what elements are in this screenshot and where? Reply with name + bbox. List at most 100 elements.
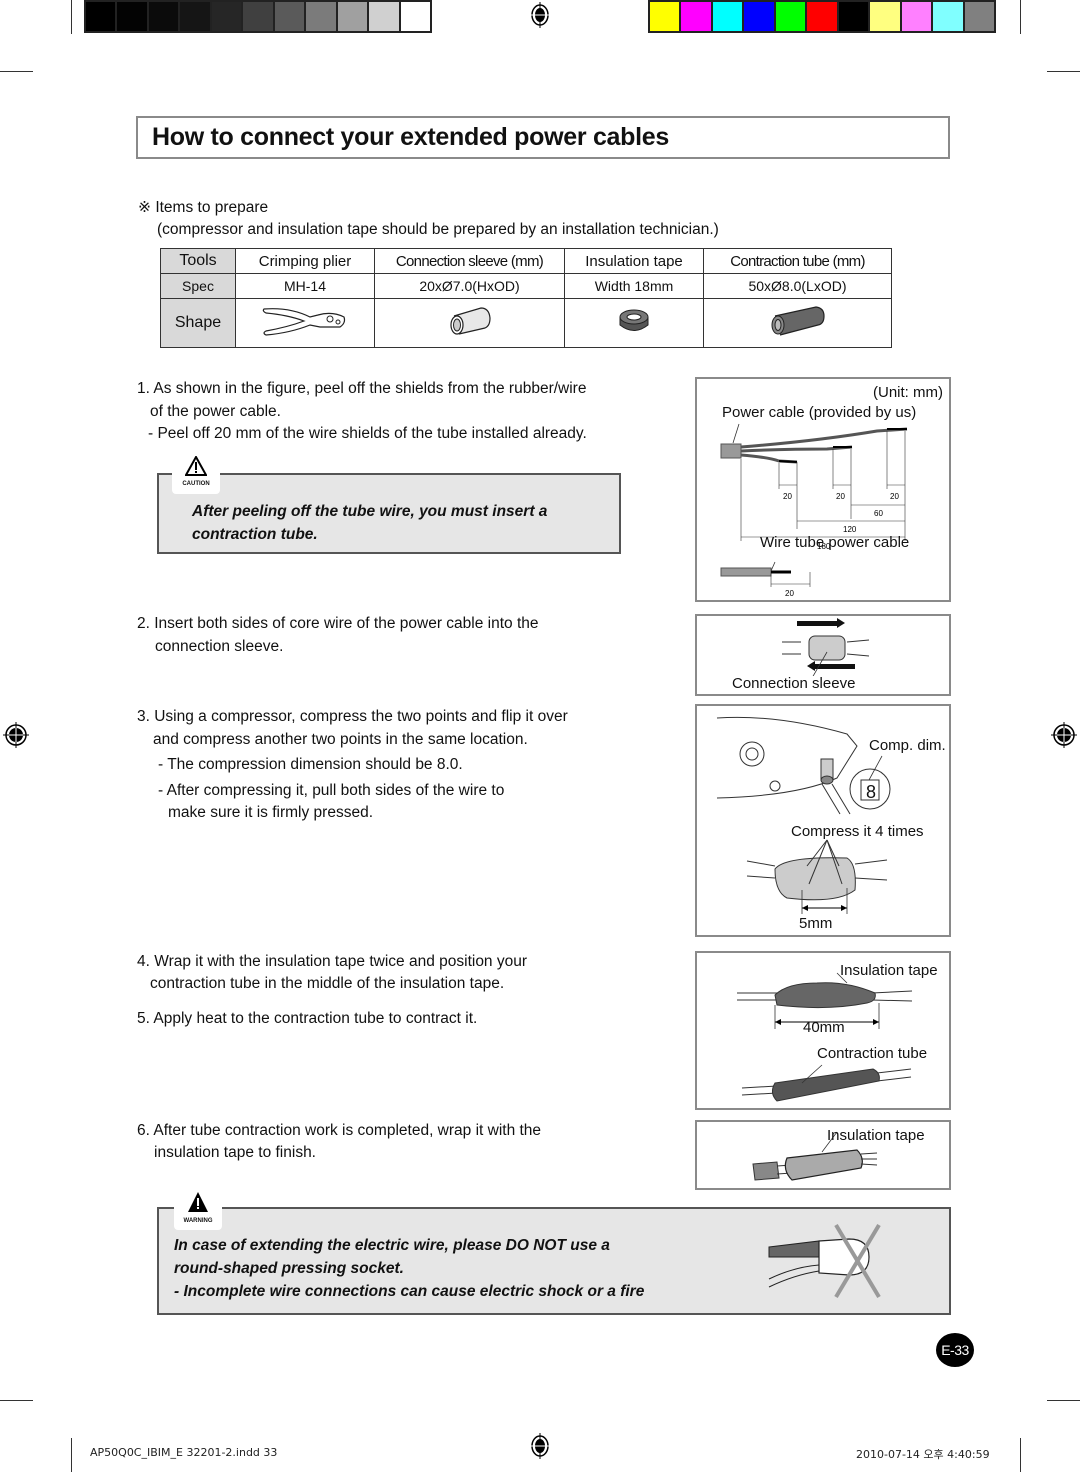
footer-filename: AP50Q0C_IBIM_E 32201-2.indd 33: [90, 1446, 278, 1459]
comp-dim-label: Comp. dim.: [869, 737, 946, 754]
step-1-text-cont: of the power cable.: [150, 403, 281, 420]
connection-sleeve-label: Connection sleeve: [732, 675, 856, 692]
row-header: Tools: [160, 248, 236, 274]
caution-box: After peeling off the tube wire, you mus…: [157, 473, 621, 554]
table-cell: MH-14: [235, 273, 375, 299]
table-cell: Crimping plier: [235, 248, 375, 274]
footer-timestamp: 2010-07-14 오후 4:40:59: [856, 1448, 990, 1461]
color-swatch: [400, 2, 430, 31]
sleeve-insertion-drawing: [782, 618, 870, 676]
row-header: Spec: [160, 273, 236, 299]
table-cell: [703, 298, 892, 348]
color-swatch: [337, 2, 368, 31]
caution-line-1: After peeling off the tube wire, you mus…: [192, 503, 548, 520]
insulation-tape-label: Insulation tape: [827, 1127, 925, 1144]
color-swatch: [650, 2, 680, 31]
crop-mark: [1047, 1400, 1080, 1401]
table-cell: 50xØ8.0(LxOD): [703, 273, 892, 299]
crimping-plier-icon: [262, 308, 346, 336]
comp-dim-value: 8: [866, 782, 877, 802]
warning-label: WARNING: [183, 1218, 213, 1224]
insulation-tape-icon: [619, 309, 649, 331]
color-swatch: [148, 2, 179, 31]
figure-final-tape: Insulation tape: [695, 1120, 951, 1190]
page-title: How to connect your extended power cable…: [152, 123, 669, 151]
dim-label: 20: [785, 589, 794, 598]
prepare-heading: ※ Items to prepare: [138, 199, 269, 216]
warning-box: In case of extending the electric wire, …: [157, 1207, 951, 1315]
color-swatch: [712, 2, 743, 31]
dim-label: 20: [890, 492, 899, 501]
prepare-note: (compressor and insulation tape should b…: [157, 221, 719, 238]
caution-line-2: contraction tube.: [192, 526, 318, 543]
color-swatch: [274, 2, 305, 31]
cmyk-color-bar: [648, 0, 996, 33]
color-swatch: [744, 2, 774, 31]
crop-mark: [0, 1400, 33, 1401]
registration-mark-icon: [1051, 722, 1077, 748]
step-1-sub: - Peel off 20 mm of the wire shields of …: [148, 425, 587, 442]
round-socket-prohibited-icon: [768, 1223, 881, 1299]
crop-mark: [71, 1438, 72, 1472]
color-swatch: [838, 2, 869, 31]
wire-tube-label: Wire tube power cable: [760, 534, 910, 551]
crop-mark: [1020, 1438, 1021, 1472]
compress-times-label: Compress it 4 times: [791, 823, 924, 840]
warning-line-3: - Incomplete wire connections can cause …: [174, 1283, 645, 1300]
crop-mark: [71, 0, 72, 34]
step-4-text: 4. Wrap it with the insulation tape twic…: [137, 953, 528, 970]
figure-tape-and-tube: Insulation tape 40mm Contraction tube: [695, 951, 951, 1110]
step-3-sub-2-cont: make sure it is firmly pressed.: [168, 804, 373, 821]
items-table: Tools Crimping plier Connection sleeve (…: [160, 248, 892, 348]
step-2-text: 2. Insert both sides of core wire of the…: [137, 615, 539, 632]
table-row-spec: Spec MH-14 20xØ7.0(HxOD) Width 18mm 50xØ…: [160, 273, 892, 299]
color-swatch: [933, 2, 963, 31]
step-5-text: 5. Apply heat to the contraction tube to…: [137, 1010, 478, 1027]
crop-mark: [0, 71, 33, 72]
cable-dimension-drawing: 20 20 20 60 120 180 20: [720, 423, 908, 598]
step-6-text: 6. After tube contraction work is comple…: [137, 1122, 542, 1139]
table-cell: Contraction tube (mm): [703, 248, 892, 274]
crop-mark: [1047, 71, 1080, 72]
figure-connection-sleeve: Connection sleeve: [695, 614, 951, 696]
color-swatch: [807, 2, 837, 31]
warning-triangle-icon: [188, 1192, 208, 1212]
contraction-tube-label: Contraction tube: [817, 1045, 928, 1062]
table-row-shape: Shape: [160, 298, 892, 348]
step-6-text-cont: insulation tape to finish.: [154, 1144, 316, 1161]
color-swatch: [870, 2, 900, 31]
connection-sleeve-icon: [449, 307, 491, 335]
color-swatch: [306, 2, 336, 31]
color-swatch: [681, 2, 711, 31]
caution-label: CAUTION: [182, 481, 210, 487]
table-cell: 20xØ7.0(HxOD): [374, 273, 565, 299]
dim-label: 120: [843, 525, 857, 534]
color-swatch: [901, 2, 932, 31]
figure-compression: Comp. dim. 8 Compress it 4 times 5mm: [695, 704, 951, 937]
color-swatch: [369, 2, 399, 31]
registration-mark-icon: [530, 1433, 550, 1459]
section-title-box: How to connect your extended power cable…: [136, 116, 950, 159]
table-row-tools: Tools Crimping plier Connection sleeve (…: [160, 248, 892, 274]
contraction-tube-icon: [771, 306, 825, 336]
figure-peel-dimensions: (Unit: mm) Power cable (provided by us) …: [695, 377, 951, 602]
step-2-text-cont: connection sleeve.: [155, 638, 284, 655]
color-swatch: [117, 2, 147, 31]
spacing-label: 5mm: [799, 915, 833, 932]
table-cell: [374, 298, 565, 348]
color-swatch: [86, 2, 116, 31]
color-swatch: [180, 2, 210, 31]
warning-badge: WARNING: [174, 1188, 222, 1230]
table-cell: Width 18mm: [564, 273, 704, 299]
reference-mark-icon: ※: [138, 199, 151, 216]
page-number-badge: E-33: [936, 1333, 974, 1367]
color-swatch: [243, 2, 273, 31]
insulation-tape-label: Insulation tape: [840, 962, 938, 979]
color-swatch: [775, 2, 806, 31]
step-1-text: 1. As shown in the figure, peel off the …: [137, 380, 587, 397]
dim-label: 20: [836, 492, 845, 501]
crop-mark: [1020, 0, 1021, 34]
table-cell: [235, 298, 375, 348]
caution-badge: CAUTION: [172, 452, 220, 494]
step-4-text-cont: contraction tube in the middle of the in…: [150, 975, 505, 992]
